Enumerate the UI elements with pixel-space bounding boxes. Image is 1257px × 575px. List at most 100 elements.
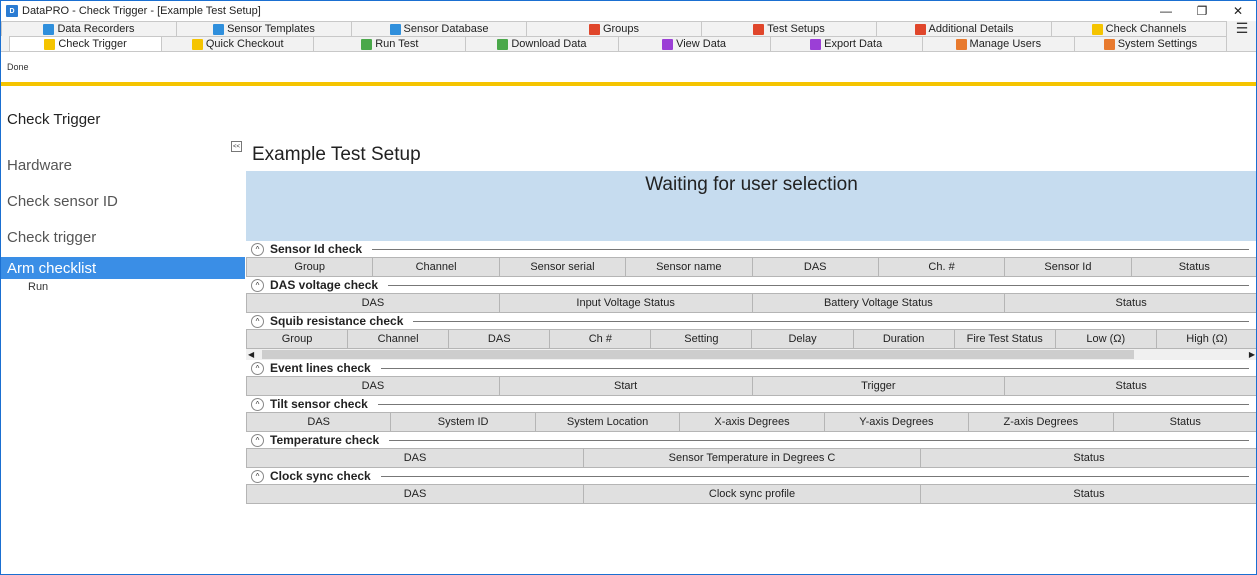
tab-groups[interactable]: Groups — [526, 21, 702, 36]
column-header[interactable]: Ch. # — [877, 257, 1006, 277]
tab-quick-checkout[interactable]: Quick Checkout — [161, 36, 315, 51]
column-header[interactable]: Sensor Temperature in Degrees C — [583, 448, 921, 468]
column-header[interactable]: DAS — [751, 257, 879, 277]
additional-details-icon — [914, 23, 926, 35]
tab-manage-users[interactable]: Manage Users — [921, 36, 1075, 51]
nav-item-hardware[interactable]: Hardware — [1, 147, 245, 183]
tab-test-setups[interactable]: Test Setups — [701, 21, 877, 36]
done-button[interactable]: Done — [7, 62, 29, 72]
setup-title: Example Test Setup — [252, 144, 421, 165]
chevron-up-icon[interactable]: ^ — [251, 361, 264, 375]
column-header[interactable]: Z-axis Degrees — [968, 412, 1114, 432]
tab-check-channels[interactable]: Check Channels — [1051, 21, 1227, 36]
table-header-row: DAS Sensor Temperature in Degrees C Status — [246, 448, 1256, 468]
column-header[interactable]: Status — [1130, 257, 1256, 277]
scrollbar-thumb[interactable] — [262, 350, 1134, 359]
title-bar: D DataPRO - Check Trigger - [Example Tes… — [1, 1, 1256, 21]
chevron-up-icon[interactable]: ^ — [251, 433, 264, 447]
column-header[interactable]: Status — [1004, 293, 1256, 313]
tab-download-data[interactable]: Download Data — [465, 36, 619, 51]
groups-icon — [588, 23, 600, 35]
column-header[interactable]: Input Voltage Status — [498, 293, 753, 313]
column-header[interactable]: Delay — [751, 329, 854, 349]
section-title: Event lines check — [270, 361, 371, 375]
tab-view-data[interactable]: View Data — [617, 36, 771, 51]
section-header[interactable]: ^ DAS voltage check — [246, 277, 1256, 293]
nav-item-arm-checklist[interactable]: Arm checklist — [1, 257, 245, 279]
section-divider — [388, 284, 1249, 286]
collapse-nav-button[interactable]: << — [231, 141, 242, 152]
column-header[interactable]: High (Ω) — [1155, 329, 1256, 349]
chevron-up-icon[interactable]: ^ — [251, 242, 264, 256]
column-header[interactable]: Y-axis Degrees — [823, 412, 970, 432]
column-header[interactable]: Group — [246, 257, 374, 277]
tab-run-test[interactable]: Run Test — [313, 36, 467, 51]
tab-export-data[interactable]: Export Data — [769, 36, 923, 51]
column-header[interactable]: Group — [246, 329, 349, 349]
horizontal-scrollbar[interactable]: ◀ ▶ — [246, 349, 1256, 360]
column-header[interactable]: Clock sync profile — [583, 484, 921, 504]
scroll-right-icon[interactable]: ▶ — [1249, 350, 1255, 359]
column-header[interactable]: X-axis Degrees — [679, 412, 825, 432]
nav-item-check-sensor-id[interactable]: Check sensor ID — [1, 183, 245, 219]
tab-additional-details[interactable]: Additional Details — [876, 21, 1052, 36]
tab-sensor-templates[interactable]: Sensor Templates — [176, 21, 352, 36]
column-header[interactable]: Sensor Id — [1004, 257, 1132, 277]
hamburger-menu-icon[interactable]: ☰ — [1232, 20, 1252, 36]
section-header[interactable]: ^ Tilt sensor check — [246, 396, 1256, 412]
section-title: Tilt sensor check — [270, 397, 368, 411]
chevron-up-icon[interactable]: ^ — [251, 397, 264, 411]
tab-check-trigger[interactable]: Check Trigger — [9, 36, 163, 51]
column-header[interactable]: Sensor serial — [498, 257, 627, 277]
tab-row-primary: Data Recorders Sensor Templates Sensor Dat… — [1, 20, 1256, 36]
tab-label: Check Channels — [1105, 23, 1187, 35]
column-header[interactable]: Duration — [852, 329, 955, 349]
app-logo-icon: D — [6, 5, 18, 17]
column-header[interactable]: DAS — [246, 484, 584, 504]
column-header[interactable]: System Location — [534, 412, 681, 432]
tab-sensor-database[interactable]: Sensor Database — [351, 21, 527, 36]
tab-system-settings[interactable]: System Settings — [1073, 36, 1227, 51]
sensor-templates-icon — [213, 23, 225, 35]
column-header[interactable]: DAS — [246, 376, 500, 396]
nav-item-check-trigger[interactable]: Check trigger — [1, 219, 245, 255]
column-header[interactable]: DAS — [448, 329, 551, 349]
section-divider — [380, 475, 1249, 477]
column-header[interactable]: Status — [1112, 412, 1256, 432]
column-header[interactable]: Trigger — [751, 376, 1006, 396]
run-test-icon — [361, 38, 373, 50]
column-header[interactable]: DAS — [246, 412, 392, 432]
section-header[interactable]: ^ Event lines check — [246, 360, 1256, 376]
section-header[interactable]: ^ Squib resistance check — [246, 313, 1256, 329]
column-header[interactable]: Status — [920, 484, 1256, 504]
column-header[interactable]: Status — [1004, 376, 1256, 396]
close-button[interactable]: ✕ — [1220, 1, 1256, 21]
column-header[interactable]: Start — [498, 376, 753, 396]
chevron-up-icon[interactable]: ^ — [251, 469, 264, 483]
status-banner-text: Waiting for user selection — [645, 174, 858, 195]
column-header[interactable]: Battery Voltage Status — [751, 293, 1006, 313]
chevron-up-icon[interactable]: ^ — [251, 278, 264, 292]
restore-button[interactable]: ❐ — [1184, 1, 1220, 21]
column-header[interactable]: System ID — [390, 412, 536, 432]
column-header[interactable]: Status — [920, 448, 1256, 468]
chevron-up-icon[interactable]: ^ — [251, 314, 264, 328]
column-header[interactable]: Sensor name — [625, 257, 753, 277]
column-header[interactable]: Low (Ω) — [1054, 329, 1157, 349]
column-header[interactable]: Fire Test Status — [953, 329, 1056, 349]
section-header[interactable]: ^ Sensor Id check — [246, 241, 1256, 257]
nav-sub-item-run[interactable]: Run — [1, 279, 245, 295]
tab-label: Quick Checkout — [205, 38, 284, 50]
minimize-button[interactable]: — — [1148, 1, 1184, 21]
tab-label: Download Data — [511, 38, 587, 50]
column-header[interactable]: Channel — [347, 329, 450, 349]
column-header[interactable]: DAS — [246, 293, 500, 313]
section-header[interactable]: ^ Clock sync check — [246, 468, 1256, 484]
scroll-left-icon[interactable]: ◀ — [248, 350, 254, 359]
column-header[interactable]: Channel — [372, 257, 500, 277]
tab-data-recorders[interactable]: Data Recorders — [1, 21, 177, 36]
column-header[interactable]: Ch # — [549, 329, 652, 349]
section-header[interactable]: ^ Temperature check — [246, 432, 1256, 448]
column-header[interactable]: Setting — [650, 329, 753, 349]
column-header[interactable]: DAS — [246, 448, 584, 468]
